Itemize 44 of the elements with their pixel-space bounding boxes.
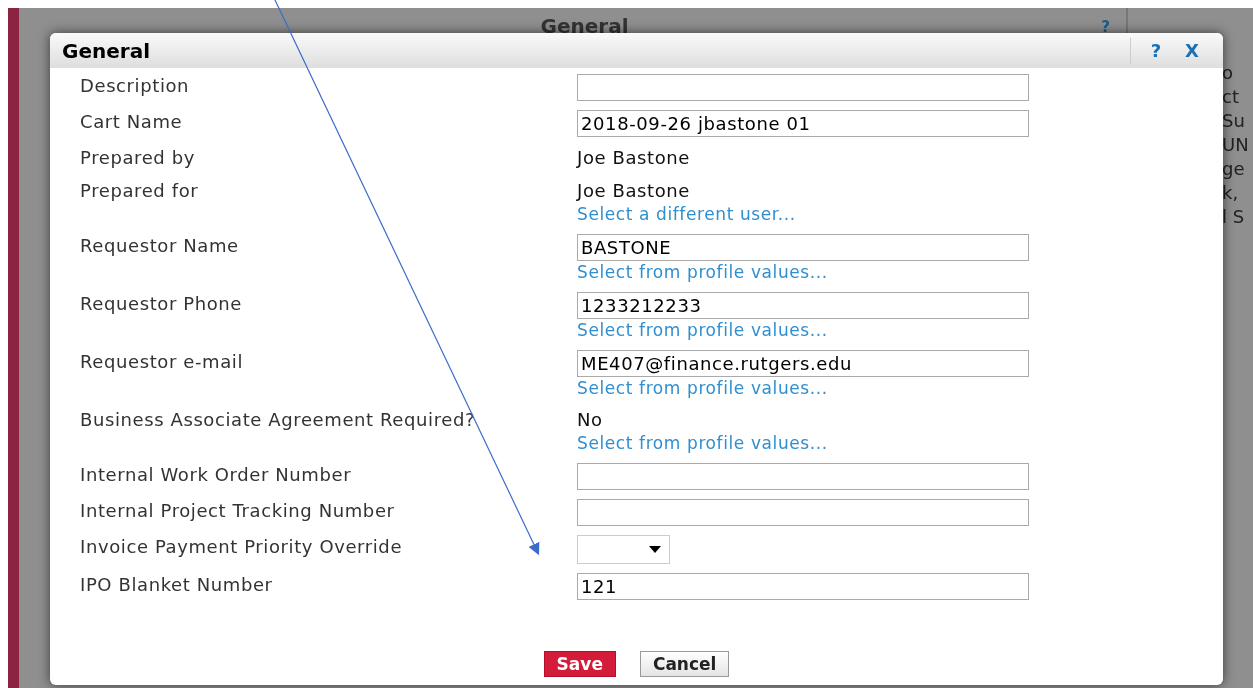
field-label: Requestor Name <box>80 234 240 258</box>
field-label: Description <box>80 74 191 98</box>
select-link[interactable]: Select from profile values... <box>577 261 1029 283</box>
text-field[interactable]: ME407@finance.rutgers.edu <box>577 350 1029 377</box>
text-field[interactable] <box>577 499 1029 526</box>
background-text: o <box>1222 62 1234 84</box>
background-text: l S <box>1222 206 1246 228</box>
background-help: ? <box>1101 18 1110 36</box>
field-label: Requestor Phone <box>80 292 243 316</box>
text-field[interactable]: 121 <box>577 573 1029 600</box>
text-field[interactable]: 1233212233 <box>577 292 1029 319</box>
select-link[interactable]: Select from profile values... <box>577 319 1029 341</box>
text-field[interactable]: 2018-09-26 jbastone 01 <box>577 110 1029 137</box>
help-button[interactable]: ? <box>1138 40 1174 61</box>
select-link[interactable]: Select from profile values... <box>577 377 1029 399</box>
text-field[interactable] <box>577 74 1029 101</box>
priority-dropdown[interactable] <box>577 535 670 564</box>
select-link[interactable]: Select a different user... <box>577 203 1029 225</box>
text-field[interactable] <box>577 463 1029 490</box>
field-value: Joe Bastone <box>577 179 692 203</box>
field-label: Prepared by <box>80 146 196 170</box>
background-text: ge <box>1222 158 1246 180</box>
field-label: IPO Blanket Number <box>80 573 274 597</box>
field-label: Requestor e-mail <box>80 350 244 374</box>
field-label: Cart Name <box>80 110 184 134</box>
background-text: UN <box>1222 134 1250 156</box>
text-field[interactable]: BASTONE <box>577 234 1029 261</box>
background-panel-title: General <box>540 14 629 38</box>
field-label: Business Associate Agreement Required? <box>80 408 477 432</box>
save-button[interactable]: Save <box>543 651 616 677</box>
field-label: Prepared for <box>80 179 200 203</box>
field-label: Invoice Payment Priority Override <box>80 535 404 559</box>
caret-icon <box>649 546 661 553</box>
field-label: Internal Work Order Number <box>80 463 353 487</box>
dialog-title: General <box>62 38 151 63</box>
field-value: No <box>577 408 604 432</box>
background-text: k, <box>1222 182 1240 204</box>
cancel-button[interactable]: Cancel <box>639 651 730 677</box>
select-link[interactable]: Select from profile values... <box>577 432 1029 454</box>
field-label: Internal Project Tracking Number <box>80 499 396 523</box>
background-text: Su <box>1222 110 1246 132</box>
close-button[interactable]: X <box>1173 40 1211 61</box>
background-text: ct <box>1222 86 1240 108</box>
field-value: Joe Bastone <box>577 146 692 170</box>
